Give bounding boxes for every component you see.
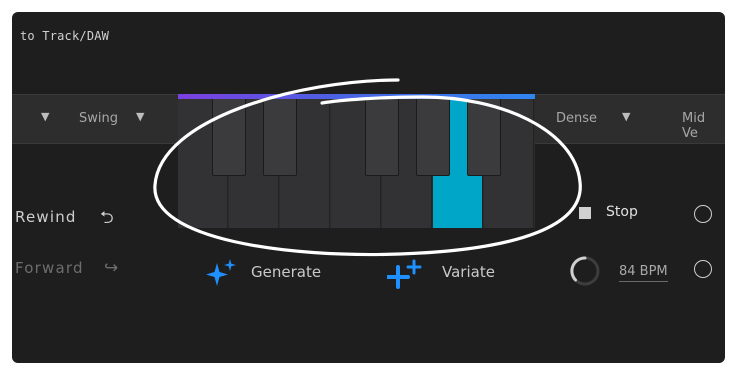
chevron-down-icon[interactable]: ▼ [622,110,630,123]
chevron-down-icon[interactable]: ▼ [41,110,49,123]
stop-button[interactable]: Stop [606,204,638,220]
swing-dropdown-label[interactable]: Swing [79,111,118,126]
accent-bar [178,94,535,99]
generate-button[interactable]: Generate [251,263,321,281]
active-key-highlight [452,99,468,176]
radio-button[interactable] [694,260,712,278]
piano-black-key[interactable] [212,99,246,176]
forward-button[interactable]: Forward [15,259,84,277]
piano-black-key[interactable] [416,99,450,176]
plus-sparkles-icon[interactable] [387,257,427,291]
bpm-value[interactable]: 84 BPM [619,264,668,282]
variate-button[interactable]: Variate [442,263,495,281]
piano-black-key[interactable] [365,99,399,176]
radio-button[interactable] [694,205,712,223]
velocity-dropdown-label[interactable]: Mid Ve [682,111,725,141]
piano-keyboard [178,94,535,228]
bpm-knob-icon[interactable] [569,255,601,287]
hook-arrow-right-icon[interactable]: ↪ [104,258,118,278]
undo-arrow-icon[interactable]: ⮌ [100,205,114,234]
sparkles-icon[interactable] [205,257,239,291]
plugin-panel: to Track/DAW ▼ Swing ▼ Dense ▼ Mid Ve Re… [12,12,725,363]
export-to-daw-label[interactable]: to Track/DAW [20,29,109,43]
piano-black-key[interactable] [467,99,501,176]
chevron-down-icon[interactable]: ▼ [136,110,144,123]
density-dropdown-label[interactable]: Dense [556,111,597,126]
piano-black-key[interactable] [263,99,297,176]
rewind-button[interactable]: Rewind [15,208,77,226]
stop-square-icon[interactable] [579,207,591,219]
